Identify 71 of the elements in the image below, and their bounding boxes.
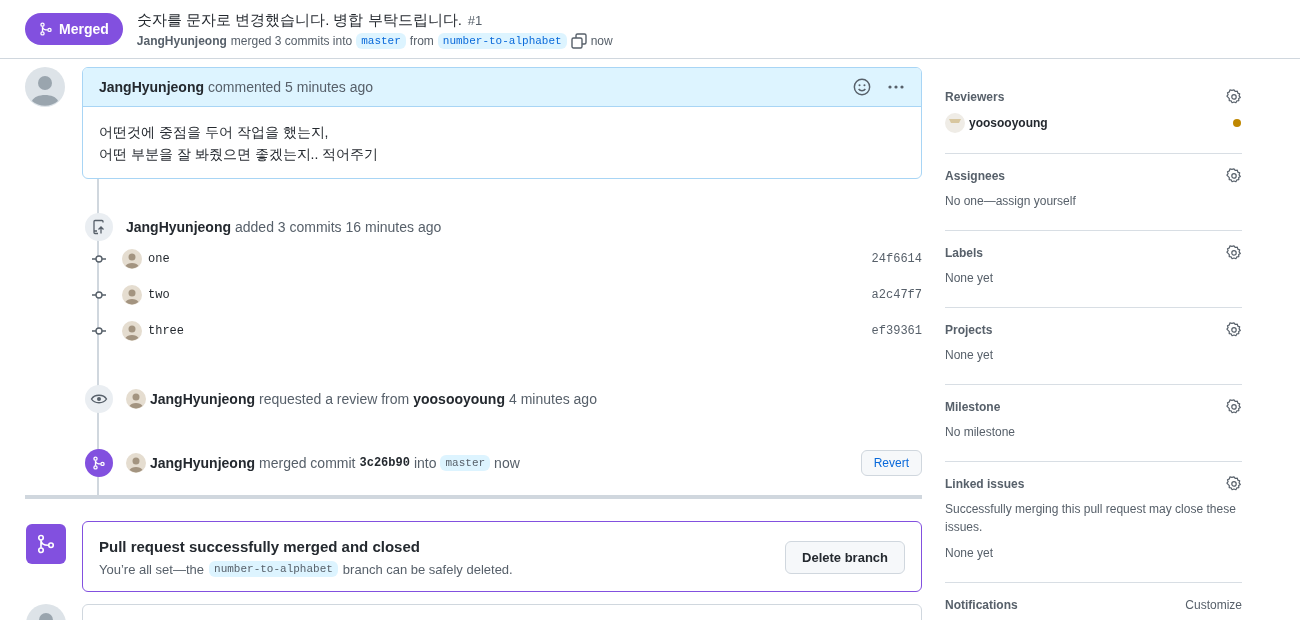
sidebar-heading: Milestone bbox=[945, 400, 1001, 414]
settings-icon[interactable] bbox=[1226, 322, 1242, 338]
delete-branch-button[interactable]: Delete branch bbox=[785, 541, 905, 574]
settings-icon[interactable] bbox=[1226, 245, 1242, 261]
branch-label[interactable]: master bbox=[356, 32, 406, 49]
sidebar-text: No one—assign yourself bbox=[945, 193, 1077, 210]
sidebar-text: None yet bbox=[945, 545, 995, 562]
settings-icon[interactable] bbox=[1226, 89, 1242, 105]
settings-icon[interactable] bbox=[1226, 476, 1242, 492]
avatar[interactable] bbox=[122, 321, 142, 341]
sidebar-text: No milestone bbox=[945, 424, 1017, 441]
avatar[interactable] bbox=[126, 453, 146, 473]
branch-label[interactable]: number-to-alphabet bbox=[209, 561, 338, 577]
branch-label[interactable]: number-to-alphabet bbox=[437, 32, 567, 49]
time-text: now bbox=[590, 33, 613, 48]
merged-state-badge: Merged bbox=[25, 13, 123, 45]
avatar[interactable] bbox=[122, 249, 142, 269]
comment-text: 어떤것에 중점을 두어 작업을 했는지, bbox=[99, 123, 330, 142]
settings-icon[interactable] bbox=[1226, 399, 1242, 415]
reviewer-link[interactable]: yoosooyoung bbox=[969, 116, 1048, 130]
comment-meta: commented 5 minutes ago bbox=[208, 79, 373, 95]
sidebar-heading: Reviewers bbox=[945, 90, 1005, 104]
sidebar-text: None yet bbox=[945, 270, 995, 287]
copy-icon[interactable] bbox=[570, 32, 587, 49]
event-text: added 3 commits 16 minutes ago bbox=[235, 219, 442, 235]
merge-icon bbox=[39, 22, 53, 36]
event-author[interactable]: JangHyunjeong bbox=[150, 391, 255, 407]
from-text: from bbox=[409, 33, 434, 48]
merge-icon bbox=[85, 449, 113, 477]
into-text: into bbox=[413, 455, 437, 471]
merge-status-text: branch can be safely deleted. bbox=[342, 561, 513, 577]
eye-icon bbox=[85, 385, 113, 413]
settings-icon[interactable] bbox=[1226, 168, 1242, 184]
sidebar-heading: Notifications bbox=[945, 598, 1018, 612]
pr-number: #1 bbox=[467, 12, 483, 28]
sidebar-text: Successfully merging this pull request may close these issues. bbox=[945, 501, 1237, 536]
commit-sha[interactable]: ef39361 bbox=[871, 324, 922, 338]
event-author[interactable]: JangHyunjeong bbox=[150, 455, 255, 471]
sidebar-heading: Linked issues bbox=[945, 477, 1025, 491]
commit-message[interactable]: two bbox=[148, 288, 170, 302]
merge-status-text: You’re all set—the bbox=[99, 561, 205, 577]
comment-author[interactable]: JangHyunjeong bbox=[99, 79, 204, 95]
reviewer-link[interactable]: yoosooyoung bbox=[413, 391, 505, 407]
commit-sha[interactable]: 3c26b90 bbox=[359, 456, 410, 470]
revert-button[interactable]: Revert bbox=[860, 450, 922, 476]
merge-icon bbox=[26, 524, 66, 564]
time-text: now bbox=[494, 455, 520, 471]
avatar[interactable] bbox=[122, 285, 142, 305]
merge-status-title: Pull request successfully merged and closed bbox=[99, 538, 421, 555]
commit-sha[interactable]: 24f6614 bbox=[871, 252, 922, 266]
author-link[interactable]: JangHyunjeong bbox=[136, 33, 227, 48]
event-author[interactable]: JangHyunjeong bbox=[126, 219, 231, 235]
comment-text: 어떤 부분을 잘 봐줬으면 좋겠는지.. 적어주기 bbox=[99, 145, 380, 164]
branch-label[interactable]: master bbox=[440, 455, 491, 471]
commit-message[interactable]: one bbox=[148, 252, 170, 266]
event-text: requested a review from bbox=[259, 391, 410, 407]
time-text: 4 minutes ago bbox=[509, 391, 597, 407]
push-icon bbox=[85, 213, 113, 241]
customize-link[interactable]: Customize bbox=[1185, 598, 1242, 612]
sidebar-heading: Assignees bbox=[945, 169, 1006, 183]
sidebar-heading: Labels bbox=[945, 246, 983, 260]
sidebar-text: None yet bbox=[945, 347, 995, 364]
commit-message[interactable]: three bbox=[148, 324, 184, 338]
smiley-icon[interactable] bbox=[853, 78, 871, 96]
pr-title: 숫자를 문자로 변경했습니다. 병합 부탁드립니다. bbox=[136, 10, 462, 28]
commit-sha[interactable]: a2c47f7 bbox=[871, 288, 922, 302]
merge-summary: merged 3 commits into bbox=[230, 33, 353, 48]
sidebar-heading: Projects bbox=[945, 323, 993, 337]
event-text: merged commit bbox=[259, 455, 356, 471]
more-options-icon[interactable] bbox=[887, 84, 905, 90]
avatar[interactable] bbox=[126, 389, 146, 409]
